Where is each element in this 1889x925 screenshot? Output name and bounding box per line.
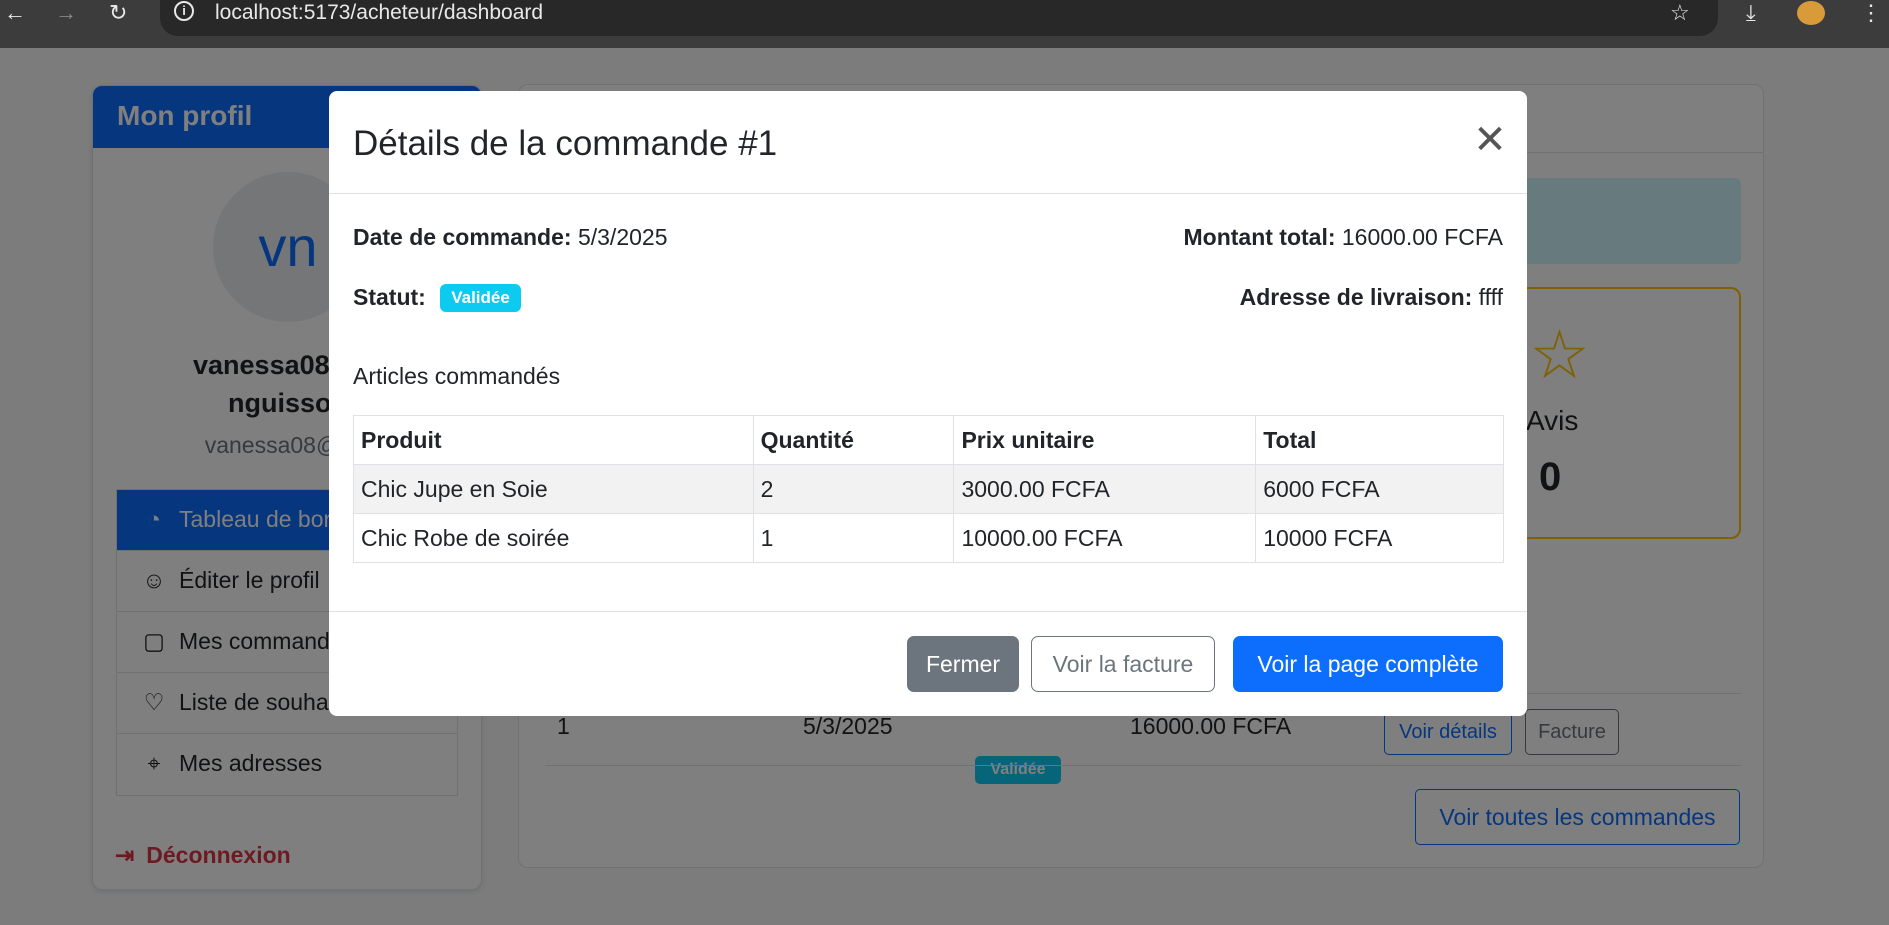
table-row: Chic Robe de soirée 1 10000.00 FCFA 1000… — [353, 513, 1504, 563]
ordered-items-table: Produit Quantité Prix unitaire Total Chi… — [353, 415, 1504, 563]
total-amount-label: Montant total: — [1183, 224, 1336, 250]
close-button[interactable]: Fermer — [907, 636, 1019, 692]
delivery-address-field: Adresse de livraison: ffff — [1240, 284, 1503, 311]
view-invoice-button[interactable]: Voir la facture — [1031, 636, 1215, 692]
table-header-row: Produit Quantité Prix unitaire Total — [353, 415, 1504, 465]
modal-footer-divider — [329, 611, 1527, 612]
ordered-items-title: Articles commandés — [353, 363, 561, 389]
column-header: Produit — [353, 415, 754, 465]
forward-icon[interactable]: → — [55, 0, 77, 25]
total-cell: 6000 FCFA — [1255, 464, 1504, 514]
url-text[interactable]: localhost:5173/acheteur/dashboard — [215, 0, 543, 25]
site-info-icon[interactable]: i — [174, 1, 194, 21]
close-icon[interactable]: ✕ — [1469, 119, 1511, 161]
reload-icon[interactable]: ↻ — [109, 0, 127, 25]
product-cell: Chic Robe de soirée — [353, 513, 754, 563]
unit-price-cell: 10000.00 FCFA — [953, 513, 1257, 563]
column-header: Quantité — [752, 415, 955, 465]
total-cell: 10000 FCFA — [1255, 513, 1504, 563]
order-details-modal: Détails de la commande #1 ✕ Date de comm… — [329, 91, 1527, 716]
total-amount-field: Montant total: 16000.00 FCFA — [1183, 224, 1503, 251]
modal-title: Détails de la commande #1 — [353, 124, 778, 163]
table-row: Chic Jupe en Soie 2 3000.00 FCFA 6000 FC… — [353, 464, 1504, 514]
order-date-value: 5/3/2025 — [577, 224, 668, 250]
status-label: Statut: — [353, 284, 426, 310]
profile-avatar-icon[interactable] — [1797, 1, 1825, 25]
view-full-page-button[interactable]: Voir la page complète — [1233, 636, 1503, 692]
unit-price-cell: 3000.00 FCFA — [953, 464, 1257, 514]
quantity-cell: 2 — [752, 464, 955, 514]
column-header: Total — [1255, 415, 1504, 465]
modal-header-divider — [329, 193, 1527, 194]
column-header: Prix unitaire — [953, 415, 1257, 465]
back-icon[interactable]: ← — [4, 0, 26, 25]
status-field: Statut: Validée — [353, 284, 521, 312]
bookmark-star-icon[interactable]: ☆ — [1670, 0, 1690, 25]
menu-dots-icon[interactable]: ⋮ — [1860, 0, 1882, 25]
order-date-label: Date de commande: — [353, 224, 572, 250]
product-cell: Chic Jupe en Soie — [353, 464, 754, 514]
download-icon[interactable]: ⤓ — [1746, 0, 1756, 25]
quantity-cell: 1 — [752, 513, 955, 563]
browser-toolbar: ← → ↻ i localhost:5173/acheteur/dashboar… — [0, 0, 1889, 48]
delivery-address-value: ffff — [1478, 284, 1503, 310]
delivery-address-label: Adresse de livraison: — [1239, 284, 1473, 310]
total-amount-value: 16000.00 FCFA — [1341, 224, 1503, 250]
order-date-field: Date de commande: 5/3/2025 — [353, 224, 667, 251]
status-badge: Validée — [440, 284, 521, 312]
